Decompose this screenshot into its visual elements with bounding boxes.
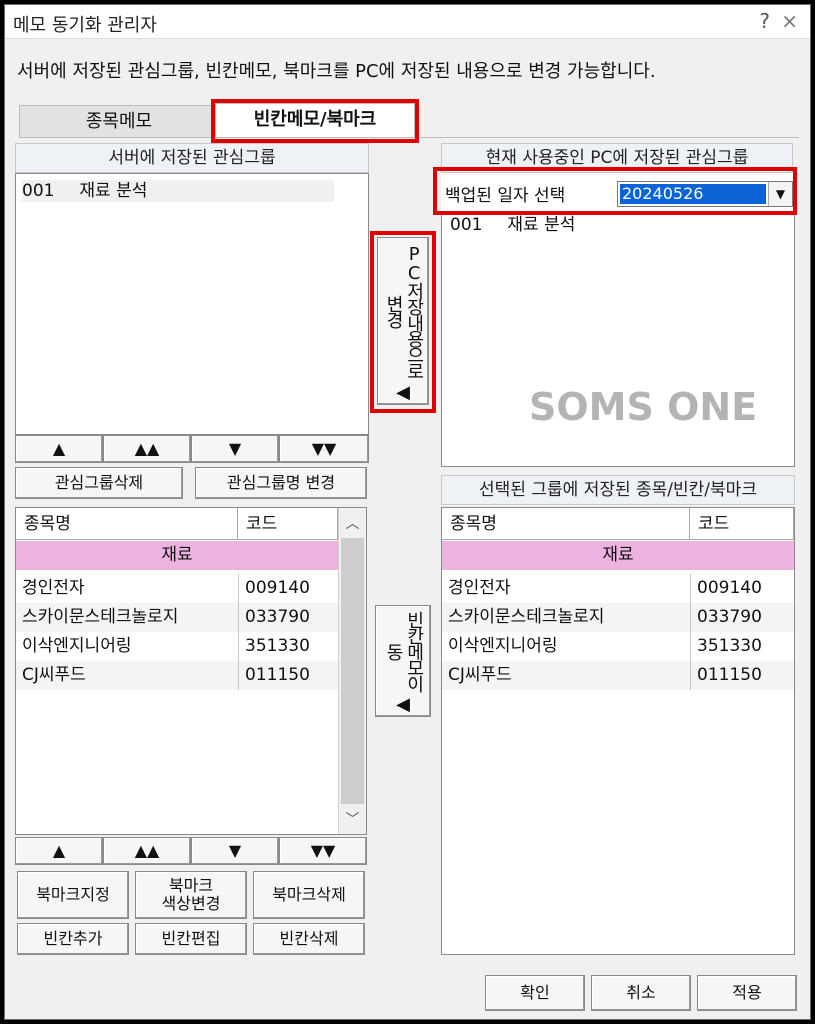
selected-group-header: 선택된 그룹에 저장된 종목/빈칸/북마크 [441, 475, 795, 505]
group-code: 001 [450, 215, 483, 235]
server-groups-header: 서버에 저장된 관심그룹 [15, 143, 369, 173]
stock-code: 011150 [238, 661, 310, 690]
tab-divider [19, 137, 799, 138]
stock-name: 스카이문스테크놀로지 [22, 607, 179, 627]
left-arrow-icon: ◀ [396, 694, 410, 716]
scroll-down-icon[interactable]: ﹀ [339, 806, 366, 834]
scroll-up-icon[interactable]: ︿ [339, 510, 366, 538]
stock-name: CJ씨푸드 [448, 665, 512, 685]
stock-code: 033790 [238, 603, 310, 632]
stock-name: 스카이문스테크놀로지 [448, 607, 605, 627]
grid-header: 종목명 코드 [442, 508, 794, 540]
stock-name: CJ씨푸드 [22, 665, 86, 685]
table-row[interactable]: 경인전자 009140 [442, 574, 794, 603]
pc-items-grid[interactable]: 종목명 코드 재료 경인전자 009140 스카이문스테크놀로지 033790 … [441, 507, 795, 955]
item-move-up-button[interactable]: ▲▲ [103, 837, 191, 865]
bookmark-delete-button[interactable]: 북마크삭제 [253, 871, 365, 919]
backup-date-label: 백업된 일자 선택 [445, 186, 566, 206]
group-name: 재료 분석 [79, 181, 148, 201]
item-move-bottom-button[interactable]: ▼▼ [279, 837, 367, 865]
cancel-button[interactable]: 취소 [591, 975, 691, 1011]
help-icon[interactable]: ? [759, 9, 770, 33]
blank-edit-button[interactable]: 빈칸편집 [135, 923, 247, 955]
blank-add-button[interactable]: 빈칸추가 [17, 923, 129, 955]
column-header-name[interactable]: 종목명 [16, 508, 238, 540]
table-row[interactable]: 이삭엔지니어링 351330 [442, 632, 794, 661]
left-arrow-icon: ◀ [396, 382, 410, 404]
tab-blank-memo-bookmark[interactable]: 빈칸메모/북마크 [215, 103, 415, 137]
title-bar: 메모 동기화 관리자 ? × [5, 5, 810, 39]
move-blank-memo-label: 빈칸메모이동 [383, 610, 425, 691]
stock-code: 009140 [690, 574, 762, 603]
stock-code: 033790 [690, 603, 762, 632]
column-header-name[interactable]: 종목명 [442, 508, 690, 540]
stock-name: 경인전자 [448, 578, 511, 598]
stock-code: 351330 [690, 632, 762, 661]
server-items-grid[interactable]: 종목명 코드 재료 경인전자 009140 스카이문스테크놀로지 033790 … [15, 507, 367, 835]
tab-stock-memo[interactable]: 종목메모 [19, 105, 219, 137]
list-item[interactable]: 001 재료 분석 [22, 180, 334, 202]
window-title: 메모 동기화 관리자 [13, 15, 157, 36]
list-item[interactable]: 001 재료 분석 [450, 214, 575, 236]
change-to-pc-content-button[interactable]: PC저장내용으로변경 ◀ [377, 237, 429, 405]
item-move-down-button[interactable]: ▼ [191, 837, 279, 865]
table-row[interactable]: CJ씨푸드 011150 [442, 661, 794, 690]
stock-code: 011150 [690, 661, 762, 690]
stock-name: 이삭엔지니어링 [22, 636, 132, 656]
table-row[interactable]: 경인전자 009140 [16, 574, 338, 603]
column-header-code[interactable]: 코드 [238, 508, 338, 540]
memo-sync-manager-window: 메모 동기화 관리자 ? × 서버에 저장된 관심그룹, 빈칸메모, 북마크를 … [4, 4, 811, 1020]
table-row[interactable]: 스카이문스테크놀로지 033790 [442, 603, 794, 632]
table-row[interactable]: CJ씨푸드 011150 [16, 661, 338, 690]
backup-date-select[interactable]: 20240526 ▼ [617, 181, 793, 207]
scroll-thumb[interactable] [341, 538, 364, 804]
bookmark-color-button[interactable]: 북마크 색상변경 [135, 871, 247, 919]
move-up-button[interactable]: ▲▲ [103, 435, 191, 463]
column-header-code[interactable]: 코드 [690, 508, 794, 540]
soms-one-watermark: SOMS ONE [529, 385, 758, 429]
move-bottom-button[interactable]: ▼▼ [279, 435, 369, 463]
stock-code: 009140 [238, 574, 310, 603]
apply-button[interactable]: 적용 [697, 975, 797, 1011]
rename-group-button[interactable]: 관심그룹명 변경 [195, 467, 367, 499]
description-text: 서버에 저장된 관심그룹, 빈칸메모, 북마크를 PC에 저장된 내용으로 변경… [17, 61, 656, 82]
group-code: 001 [22, 181, 55, 201]
item-move-top-button[interactable]: ▲ [15, 837, 103, 865]
bookmark-set-button[interactable]: 북마크지정 [17, 871, 129, 919]
stock-name: 이삭엔지니어링 [448, 636, 558, 656]
group-row[interactable]: 재료 [16, 541, 338, 570]
table-row[interactable]: 스카이문스테크놀로지 033790 [16, 603, 338, 632]
stock-name: 경인전자 [22, 578, 85, 598]
stock-code: 351330 [238, 632, 310, 661]
dropdown-arrow-icon[interactable]: ▼ [768, 182, 792, 206]
close-icon[interactable]: × [781, 9, 798, 33]
move-blank-memo-button[interactable]: 빈칸메모이동 ◀ [375, 605, 431, 717]
move-top-button[interactable]: ▲ [15, 435, 103, 463]
vertical-scrollbar[interactable]: ︿ ﹀ [338, 508, 366, 834]
change-to-pc-label: PC저장내용으로변경 [383, 243, 425, 378]
move-down-button[interactable]: ▼ [191, 435, 279, 463]
delete-group-button[interactable]: 관심그룹삭제 [15, 467, 183, 499]
blank-delete-button[interactable]: 빈칸삭제 [253, 923, 365, 955]
pc-groups-header: 현재 사용중인 PC에 저장된 관심그룹 [441, 143, 793, 173]
server-groups-list[interactable]: 001 재료 분석 [15, 173, 369, 435]
ok-button[interactable]: 확인 [485, 975, 585, 1011]
table-row[interactable]: 이삭엔지니어링 351330 [16, 632, 338, 661]
group-name: 재료 분석 [507, 215, 576, 235]
backup-date-value: 20240526 [620, 184, 766, 204]
grid-header: 종목명 코드 [16, 508, 366, 540]
group-row[interactable]: 재료 [442, 541, 794, 570]
